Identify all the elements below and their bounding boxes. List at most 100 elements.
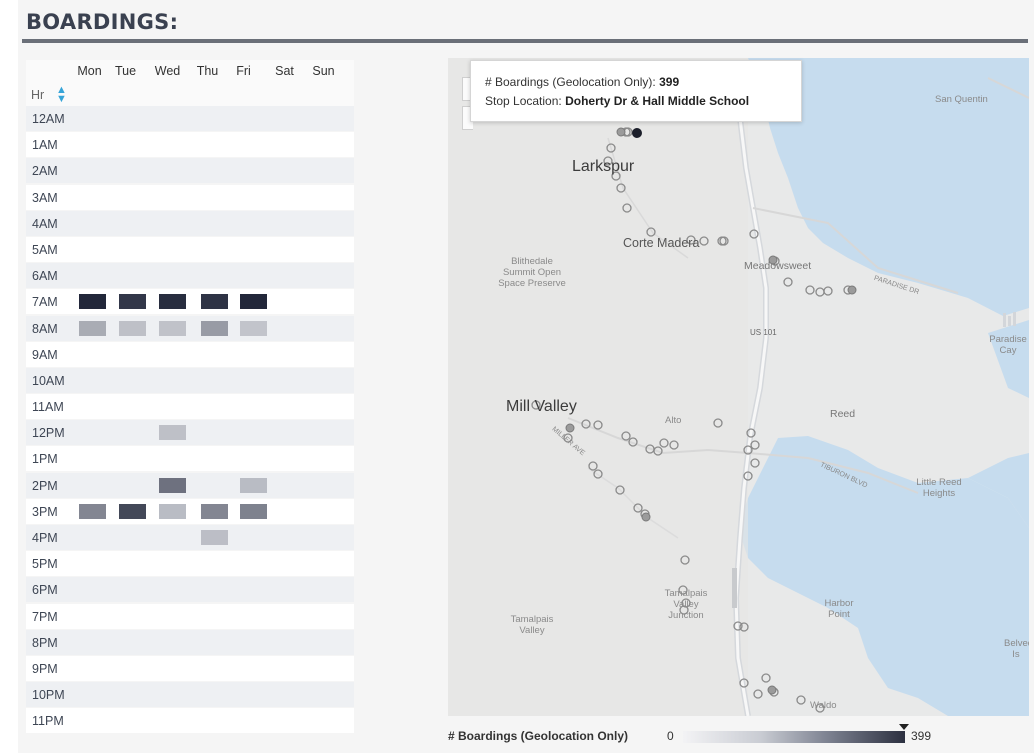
heatmap-cell[interactable] [240, 477, 267, 493]
heatmap-cell[interactable] [319, 294, 346, 309]
heatmap-cell[interactable] [159, 530, 186, 545]
heatmap-cell[interactable] [119, 137, 146, 152]
heatmap-cell[interactable] [201, 163, 228, 178]
heatmap-cell[interactable] [319, 268, 346, 283]
heatmap-cell[interactable] [319, 399, 346, 414]
heatmap-cell[interactable] [79, 661, 106, 676]
heatmap-cell[interactable] [319, 321, 346, 336]
heatmap-cell[interactable] [280, 216, 307, 231]
heatmap-cell[interactable] [280, 399, 307, 414]
heatmap-cell[interactable] [119, 635, 146, 650]
heatmap-cell[interactable] [79, 111, 106, 126]
heatmap-cell[interactable] [240, 320, 267, 336]
heatmap-cell[interactable] [280, 687, 307, 702]
heatmap-cell[interactable] [119, 216, 146, 231]
heatmap-cell[interactable] [240, 373, 267, 388]
heatmap-cell[interactable] [240, 163, 267, 178]
heatmap-cell[interactable] [201, 347, 228, 362]
heatmap-cell[interactable] [280, 111, 307, 126]
heatmap-cell[interactable] [201, 137, 228, 152]
heatmap-cell[interactable] [280, 713, 307, 728]
heatmap-cell[interactable] [119, 163, 146, 178]
heatmap-cell[interactable] [201, 425, 228, 440]
heatmap-cell[interactable] [280, 190, 307, 205]
heatmap-cell[interactable] [119, 111, 146, 126]
heatmap-cell[interactable] [159, 661, 186, 676]
heatmap-cell[interactable] [201, 713, 228, 728]
heatmap-cell[interactable] [159, 190, 186, 205]
heatmap-cell[interactable] [280, 504, 307, 519]
heatmap-cell[interactable] [79, 347, 106, 362]
heatmap-cell[interactable] [159, 294, 186, 310]
heatmap-cell[interactable] [159, 111, 186, 126]
heatmap-cell[interactable] [201, 268, 228, 283]
heatmap-cell[interactable] [79, 425, 106, 440]
heatmap-cell[interactable] [201, 530, 228, 545]
heatmap-cell[interactable] [119, 661, 146, 676]
heatmap-cell[interactable] [319, 713, 346, 728]
heatmap-cell[interactable] [159, 216, 186, 231]
heatmap-cell[interactable] [159, 556, 186, 571]
heatmap-cell[interactable] [240, 451, 267, 466]
heatmap-cell[interactable] [159, 451, 186, 466]
heatmap-cell[interactable] [280, 556, 307, 571]
heatmap-cell[interactable] [319, 190, 346, 205]
heatmap-cell[interactable] [159, 582, 186, 597]
heatmap-cell[interactable] [119, 425, 146, 440]
heatmap-cell[interactable] [79, 294, 106, 310]
heatmap-cell[interactable] [79, 399, 106, 414]
heatmap-cell[interactable] [159, 347, 186, 362]
heatmap-cell[interactable] [280, 321, 307, 336]
heatmap-cell[interactable] [79, 503, 106, 519]
heatmap-cell[interactable] [119, 268, 146, 283]
heatmap-cell[interactable] [159, 425, 186, 441]
heatmap-cell[interactable] [240, 609, 267, 624]
heatmap-cell[interactable] [119, 687, 146, 702]
heatmap-cell[interactable] [280, 478, 307, 493]
heatmap-cell[interactable] [201, 503, 228, 519]
heatmap-cell[interactable] [79, 713, 106, 728]
heatmap-cell[interactable] [240, 661, 267, 676]
day-header-fri[interactable]: Fri [224, 64, 263, 78]
heatmap-cell[interactable] [201, 242, 228, 257]
heatmap-cell[interactable] [79, 556, 106, 571]
heatmap-cell[interactable] [119, 451, 146, 466]
heatmap-cell[interactable] [280, 451, 307, 466]
heatmap-cell[interactable] [79, 137, 106, 152]
heatmap-cell[interactable] [201, 451, 228, 466]
heatmap-cell[interactable] [79, 530, 106, 545]
heatmap-cell[interactable] [119, 713, 146, 728]
day-header-tue[interactable]: Tue [106, 64, 145, 78]
heatmap-cell[interactable] [319, 216, 346, 231]
heatmap-cell[interactable] [319, 137, 346, 152]
heatmap-cell[interactable] [79, 163, 106, 178]
heatmap-cell[interactable] [201, 294, 228, 310]
heatmap-cell[interactable] [240, 216, 267, 231]
day-header-wed[interactable]: Wed [148, 64, 187, 78]
heatmap-cell[interactable] [159, 687, 186, 702]
heatmap-cell[interactable] [319, 242, 346, 257]
heatmap-cell[interactable] [319, 556, 346, 571]
heatmap-cell[interactable] [240, 137, 267, 152]
day-header-thu[interactable]: Thu [188, 64, 227, 78]
heatmap-cell[interactable] [79, 268, 106, 283]
heatmap-cell[interactable] [159, 399, 186, 414]
heatmap-cell[interactable] [319, 451, 346, 466]
heatmap-cell[interactable] [319, 635, 346, 650]
sort-icon[interactable]: ▲ ▼ [56, 85, 67, 105]
day-header-mon[interactable]: Mon [70, 64, 109, 78]
heatmap-cell[interactable] [119, 503, 146, 519]
heatmap-cell[interactable] [201, 687, 228, 702]
heatmap-cell[interactable] [319, 163, 346, 178]
heatmap-cell[interactable] [119, 556, 146, 571]
heatmap-cell[interactable] [280, 294, 307, 309]
heatmap-cell[interactable] [201, 111, 228, 126]
heatmap-cell[interactable] [280, 609, 307, 624]
heatmap-cell[interactable] [159, 242, 186, 257]
heatmap-cell[interactable] [201, 320, 228, 336]
heatmap-cell[interactable] [319, 687, 346, 702]
heatmap-cell[interactable] [159, 163, 186, 178]
heatmap-cell[interactable] [79, 373, 106, 388]
heatmap-cell[interactable] [280, 582, 307, 597]
heatmap-cell[interactable] [280, 268, 307, 283]
